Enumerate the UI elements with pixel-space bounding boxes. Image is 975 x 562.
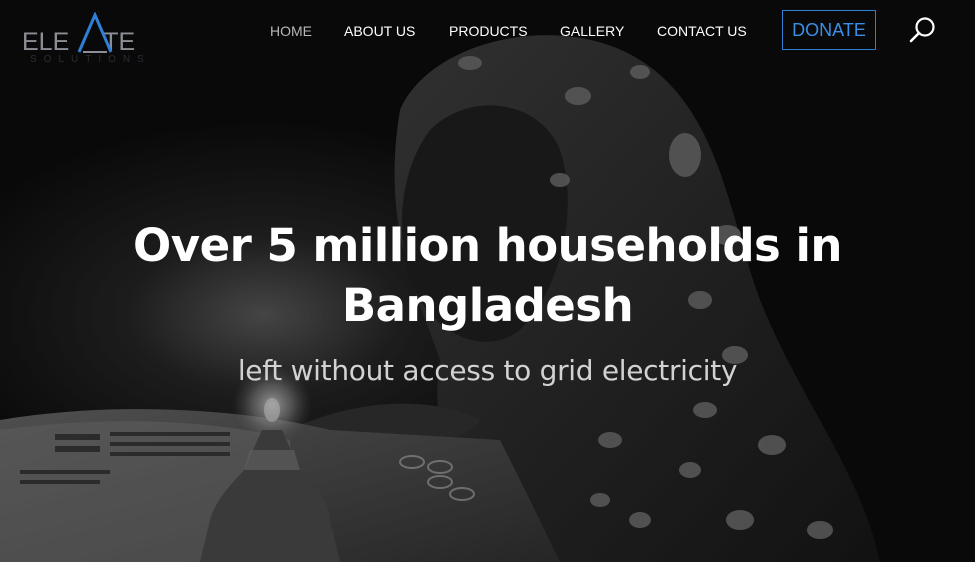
hero-headline: Over 5 million households in Bangladesh bbox=[100, 216, 875, 336]
search-icon[interactable] bbox=[909, 16, 937, 44]
nav-item-gallery[interactable]: GALLERY bbox=[560, 22, 624, 40]
hero-subheadline: left without access to grid electricity bbox=[237, 354, 738, 387]
logo-triangle-icon bbox=[77, 12, 113, 53]
nav-item-products[interactable]: PRODUCTS bbox=[449, 22, 528, 40]
nav-item-contact-us[interactable]: CONTACT US bbox=[657, 22, 747, 40]
donate-button[interactable]: DONATE bbox=[782, 10, 876, 50]
hero-section: ELE TE SOLUTIONS HOME ABOUT US PRODUCTS G… bbox=[0, 0, 975, 562]
brand-logo[interactable]: ELE TE SOLUTIONS bbox=[22, 12, 144, 66]
hero-headline-line-2: Bangladesh bbox=[341, 279, 634, 332]
nav-item-home[interactable]: HOME bbox=[270, 22, 312, 40]
nav-item-about-us[interactable]: ABOUT US bbox=[344, 22, 415, 40]
logo-word-left: ELE bbox=[22, 28, 70, 56]
hero-headline-line-1: Over 5 million households in bbox=[133, 219, 842, 272]
site-header: ELE TE SOLUTIONS HOME ABOUT US PRODUCTS G… bbox=[0, 0, 975, 65]
logo-subtext: SOLUTIONS bbox=[30, 54, 151, 65]
